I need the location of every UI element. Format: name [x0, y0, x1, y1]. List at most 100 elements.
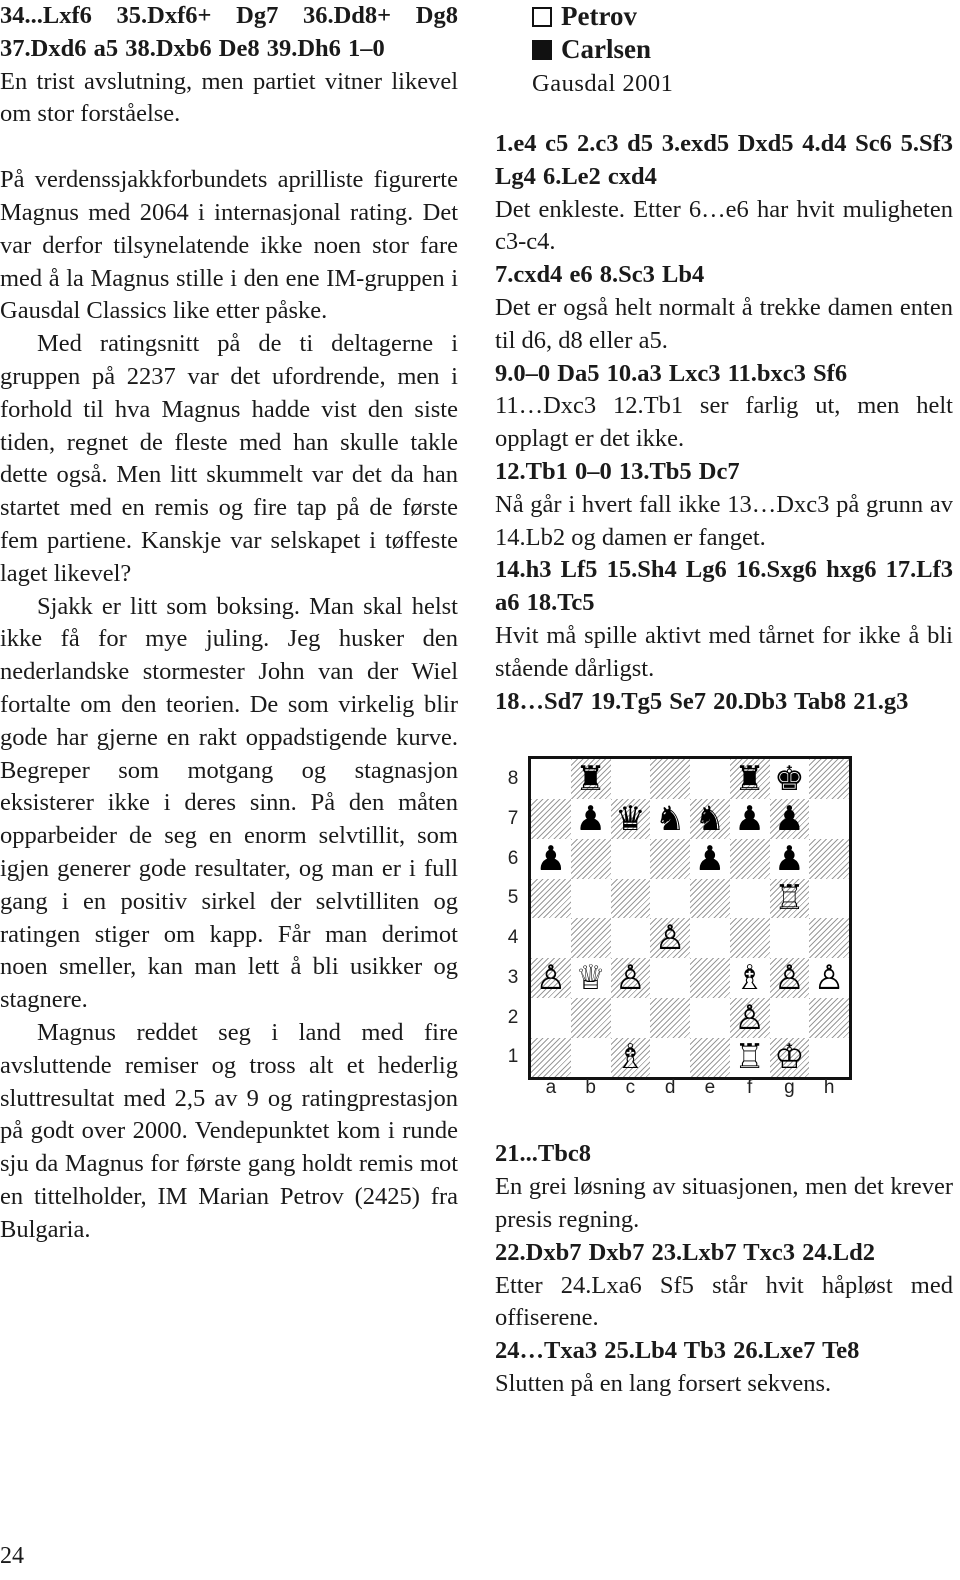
- rank-label: 5: [507, 887, 519, 909]
- black-player-row: Carlsen: [532, 33, 953, 66]
- rank-label: 8: [507, 768, 519, 790]
- square-g3: ♙: [769, 958, 810, 998]
- file-label: g: [784, 1077, 795, 1099]
- file-label: b: [585, 1077, 596, 1099]
- square-h6: [809, 838, 849, 879]
- white-pawn-icon: ♙: [654, 918, 686, 959]
- white-player-row: Petrov: [532, 0, 953, 33]
- square-b6: [570, 838, 611, 879]
- square-e6: ♟: [690, 838, 730, 879]
- file-label: d: [664, 1077, 676, 1099]
- comment: Nå går i hvert fall ikke 13…Dxc3 på grun…: [495, 490, 953, 551]
- square-e4: [690, 918, 730, 959]
- black-pawn-icon: ♟: [535, 838, 567, 879]
- white-pawn-icon: ♙: [813, 957, 845, 998]
- comment: Slutten på en lang forsert sekvens.: [495, 1369, 832, 1397]
- chess-diagram: 87654321 ♜ ♜ ♚ ♟ ♛ ♞ ♞ ♟ ♟ ♟ ♟ ♟ ♖ ♙ ♙ ♕ ♙ ♗ ♙ ♙ ♙ ♗ ♖ ♔ abcdef…: [497, 740, 857, 1100]
- square-h4: [809, 918, 849, 959]
- square-c5: [610, 878, 651, 919]
- square-g2: [769, 997, 810, 1038]
- chess-board: ♜ ♜ ♚ ♟ ♛ ♞ ♞ ♟ ♟ ♟ ♟ ♟ ♖ ♙ ♙ ♕ ♙ ♗ ♙ ♙ ♙ ♗ ♖ ♔: [528, 756, 852, 1081]
- file-label: h: [823, 1077, 835, 1099]
- square-f3: ♗: [729, 958, 770, 998]
- square-h5: [809, 878, 849, 919]
- moves-line: 34...Lxf6 35.Dxf6+ Dg7 36.Dd8+ Dg8 37.Dx…: [0, 2, 458, 62]
- square-e7: ♞: [690, 799, 730, 839]
- square-c4: [610, 918, 651, 959]
- rank-label: 1: [507, 1046, 519, 1068]
- white-rook-icon: ♖: [734, 1037, 765, 1078]
- square-f2: ♙: [729, 997, 770, 1038]
- black-knight-icon: ♞: [654, 798, 686, 839]
- square-a1: [531, 1037, 571, 1078]
- square-c7: ♛: [610, 799, 651, 839]
- moves-line: 24…Txa3 25.Lb4 Tb3 26.Lxe7 Te8: [495, 1337, 860, 1365]
- black-pawn-icon: ♟: [575, 798, 606, 839]
- comment: Etter 24.Lxa6 Sf5 står hvit håpløst med …: [495, 1271, 953, 1332]
- black-pawn-icon: ♟: [774, 838, 805, 879]
- square-f4: [729, 918, 770, 959]
- file-label: a: [545, 1077, 557, 1099]
- square-e5: [690, 878, 730, 919]
- square-d6: [650, 838, 690, 879]
- square-g8: ♚: [769, 759, 810, 800]
- rank-label: 7: [507, 807, 519, 829]
- square-g4: [769, 918, 810, 959]
- moves-line: 21...Tbc8: [495, 1140, 591, 1168]
- moves-line: 22.Dxb7 Dxb7 23.Lxb7 Txc3 24.Ld2: [495, 1238, 875, 1266]
- square-a8: [531, 759, 571, 800]
- white-square-icon: [532, 6, 552, 27]
- square-b4: [570, 918, 611, 959]
- square-h3: ♙: [809, 958, 849, 998]
- square-b7: ♟: [570, 798, 611, 839]
- white-pawn-icon: ♙: [734, 997, 765, 1038]
- white-king-icon: ♔: [774, 1037, 805, 1078]
- paragraph: Med ratingsnitt på de ti deltagerne i gr…: [0, 330, 458, 587]
- square-c8: [610, 759, 651, 800]
- square-b5: [570, 878, 611, 919]
- square-b1: [570, 1037, 611, 1078]
- square-g7: ♟: [769, 799, 810, 839]
- rank-label: 4: [507, 927, 519, 949]
- paragraph: Magnus reddet seg i land med fire avslut…: [0, 1018, 458, 1243]
- square-a7: [531, 799, 571, 839]
- white-bishop-icon: ♗: [615, 1037, 646, 1078]
- square-d5: [650, 878, 690, 919]
- square-f5: [729, 878, 770, 919]
- moves-line: 1.e4 c5 2.c3 d5 3.exd5 Dxd5 4.d4 Sc6 5.S…: [495, 130, 953, 190]
- square-c6: [610, 838, 651, 879]
- square-e8: [690, 759, 730, 800]
- rank-label: 2: [507, 1006, 519, 1028]
- moves-line: 18…Sd7 19.Tg5 Se7 20.Db3 Tab8 21.g3: [495, 687, 909, 715]
- annotation-block-after: 21...Tbc8 En grei løsning av situasjonen…: [495, 1138, 953, 1400]
- paragraph: På verdenssjakkforbundets aprilliste fig…: [0, 166, 458, 325]
- square-f7: ♟: [729, 799, 770, 839]
- black-rook-icon: ♜: [734, 759, 765, 800]
- square-d2: [650, 997, 690, 1038]
- square-b8: ♜: [570, 759, 611, 800]
- moves-line: 9.0–0 Da5 10.a3 Lxc3 11.bxc3 Sf6: [495, 359, 848, 387]
- moves-line: 14.h3 Lf5 15.Sh4 Lg6 16.Sxg6 hxg6 17.Lf3…: [495, 556, 953, 617]
- square-d8: [650, 759, 690, 800]
- rank-label: 6: [507, 847, 519, 869]
- square-e2: [690, 997, 730, 1038]
- square-f1: ♖: [729, 1037, 770, 1078]
- square-c2: [610, 997, 651, 1038]
- black-king-icon: ♚: [774, 759, 805, 800]
- square-d7: ♞: [650, 799, 690, 839]
- square-f6: [729, 838, 770, 879]
- comment: 11…Dxc3 12.Tb1 ser farlig ut, men helt o…: [495, 392, 953, 453]
- square-g1: ♔: [769, 1037, 810, 1078]
- black-square-icon: [532, 39, 552, 60]
- square-h2: [809, 997, 849, 1038]
- square-d4: ♙: [650, 918, 690, 959]
- square-g5: ♖: [769, 878, 810, 919]
- square-a5: [531, 878, 571, 919]
- white-pawn-icon: ♙: [535, 957, 567, 998]
- square-d3: [650, 958, 690, 998]
- page-number: 24: [0, 1543, 24, 1569]
- paragraph: Sjakk er litt som boksing. Man skal hels…: [0, 592, 458, 1014]
